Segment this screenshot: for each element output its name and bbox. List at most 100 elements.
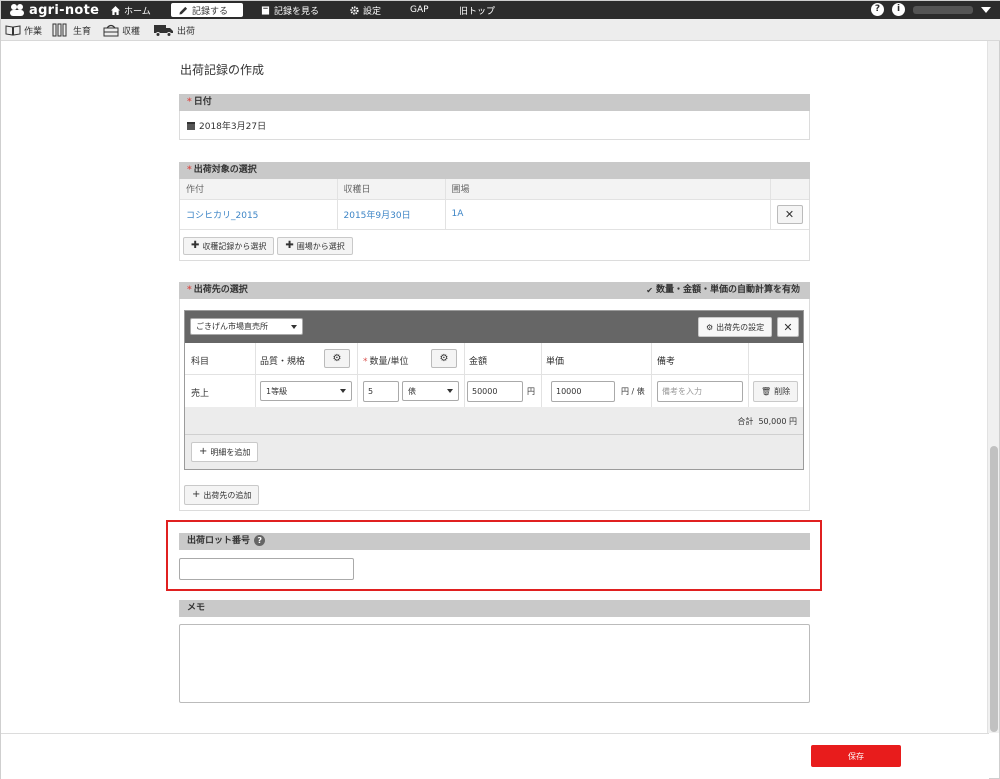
select-from-harvest-button[interactable]: ✚ 収穫記録から選択 <box>183 237 275 255</box>
target-section: 作付 収穫日 圃場 コシヒカリ_2015 2015年9月30日 1A ✕ ✚ 収穫… <box>179 179 810 261</box>
subnav-shipping[interactable]: 出荷 <box>154 22 195 38</box>
select-from-field-label: 圃場から選択 <box>296 241 345 251</box>
remove-target-button[interactable]: ✕ <box>776 204 803 224</box>
lot-number-input[interactable] <box>179 558 354 580</box>
nav-record[interactable]: 記録する <box>171 3 243 17</box>
dest-col-qty-unit-label: 数量/単位 <box>369 357 409 367</box>
nav-old-top-label: 旧トップ <box>459 6 496 17</box>
unit-price-unit: 円 / 俵 <box>621 387 645 396</box>
target-col-harvest-date: 収穫日 <box>337 179 446 200</box>
required-mark: * <box>187 97 192 107</box>
dest-col-note: 備考 <box>657 357 676 367</box>
plus-icon: + <box>192 489 201 500</box>
lot-highlight-box <box>166 520 822 591</box>
dest-row-subject: 売上 <box>191 389 210 399</box>
target-field-link[interactable]: 1A <box>445 199 771 230</box>
nav-settings[interactable]: 設定 <box>350 3 381 17</box>
add-detail-button[interactable]: + 明細を追加 <box>191 442 259 462</box>
lot-section-header: 出荷ロット番号 ? <box>179 533 810 550</box>
required-mark: * <box>187 285 192 295</box>
top-nav: agri-note ホーム 記録する 記録を見る 設定 GAP 旧トップ ? i <box>1 1 1000 19</box>
required-mark: * <box>363 357 368 367</box>
nav-old-top[interactable]: 旧トップ <box>459 3 495 17</box>
subnav-growth[interactable]: 生育 <box>52 22 91 38</box>
user-menu-caret-icon[interactable] <box>981 6 991 13</box>
home-icon <box>111 5 120 15</box>
target-crop-link[interactable]: コシヒカリ_2015 <box>180 199 338 230</box>
memo-textarea[interactable] <box>179 624 810 703</box>
dropdown-arrow-icon <box>291 324 297 329</box>
help-icon[interactable]: ? <box>871 3 884 16</box>
footer: 保存 <box>1 733 989 779</box>
logo[interactable]: agri-note <box>9 2 99 18</box>
user-name-blurred[interactable] <box>913 5 973 14</box>
total-row: 合計 50,000 円 <box>185 407 803 435</box>
dest-select[interactable]: ごきげん市場直売所 <box>190 318 303 335</box>
quality-select[interactable]: 1等級 <box>260 381 352 401</box>
dest-col-quality: 品質・規格 <box>260 357 306 367</box>
gear-icon: ⚙ <box>439 353 449 364</box>
delete-row-button[interactable]: 🗑 削除 <box>753 381 799 402</box>
subnav-work[interactable]: 作業 <box>5 22 42 38</box>
quantity-input[interactable]: 5 <box>363 381 399 402</box>
info-icon[interactable]: i <box>892 3 905 16</box>
logo-mark-icon <box>9 4 25 16</box>
note-input[interactable]: 備考を入力 <box>657 381 743 402</box>
help-icon[interactable]: ? <box>254 535 266 546</box>
gear-icon: ⚙ <box>332 353 342 364</box>
book-icon <box>261 5 270 15</box>
auto-calc-checkbox[interactable]: ✔ 数量・金額・単価の自動計算を有効 <box>646 282 800 299</box>
truck-icon <box>154 25 173 37</box>
total-label: 合計 <box>737 417 754 426</box>
delete-row-label: 削除 <box>774 387 791 396</box>
date-value: 2018年3月27日 <box>199 122 267 132</box>
lot-section-title: 出荷ロット番号 <box>187 536 251 546</box>
dest-col-subject: 科目 <box>191 357 210 367</box>
target-col-action <box>770 179 809 200</box>
subnav-harvest[interactable]: 収穫 <box>103 22 140 38</box>
quality-settings-button[interactable]: ⚙ <box>324 349 350 368</box>
dest-select-value: ごきげん市場直売所 <box>196 322 268 331</box>
nav-settings-label: 設定 <box>363 6 382 17</box>
date-section-title: 日付 <box>193 97 212 107</box>
remove-dest-button[interactable]: ✕ <box>777 317 799 337</box>
unit-price-input[interactable]: 10000 <box>551 381 615 402</box>
unit-select[interactable]: 俵 <box>402 381 459 401</box>
required-mark: * <box>187 165 192 175</box>
dest-panel-toolbar: ごきげん市場直売所 ⚙ 出荷先の設定 ✕ <box>185 311 803 343</box>
dest-panel: ごきげん市場直売所 ⚙ 出荷先の設定 ✕ 科目 品質・規格 ⚙ * 数量/単位 ⚙ … <box>184 310 804 470</box>
select-from-field-button[interactable]: ✚ 圃場から選択 <box>277 237 353 255</box>
subnav-growth-label: 生育 <box>73 26 92 37</box>
date-section-header: * 日付 <box>179 94 810 111</box>
quality-select-value: 1等級 <box>266 386 288 396</box>
dest-table: 科目 品質・規格 ⚙ * 数量/単位 ⚙ 金額 単価 備考 売上 1等級 5 俵 … <box>185 343 803 407</box>
page-title: 出荷記録の作成 <box>180 63 265 77</box>
close-icon: ✕ <box>784 207 795 221</box>
nav-view[interactable]: 記録を見る <box>261 3 319 17</box>
date-section: 2018年3月27日 <box>179 111 810 140</box>
dest-settings-button[interactable]: ⚙ 出荷先の設定 <box>698 317 773 337</box>
save-button[interactable]: 保存 <box>811 745 901 767</box>
trash-icon: 🗑 <box>761 387 772 396</box>
gear-icon <box>350 5 359 15</box>
dest-section-title: 出荷先の選択 <box>193 285 248 295</box>
sub-nav: 作業 生育 収穫 出荷 <box>1 19 1000 41</box>
subnav-shipping-label: 出荷 <box>177 26 196 37</box>
unit-select-value: 俵 <box>408 386 416 396</box>
scrollbar-thumb[interactable] <box>990 446 998 732</box>
nav-home-label: ホーム <box>124 6 151 17</box>
target-section-title: 出荷対象の選択 <box>193 165 257 175</box>
target-table: 作付 収穫日 圃場 コシヒカリ_2015 2015年9月30日 1A ✕ <box>180 179 809 230</box>
add-dest-button[interactable]: + 出荷先の追加 <box>184 485 260 505</box>
nav-view-label: 記録を見る <box>274 6 320 17</box>
basket-icon <box>103 24 119 37</box>
nav-home[interactable]: ホーム <box>111 3 151 17</box>
unit-settings-button[interactable]: ⚙ <box>431 349 457 368</box>
scrollbar[interactable] <box>987 41 999 733</box>
dropdown-arrow-icon <box>447 389 453 393</box>
amount-input[interactable]: 50000 <box>467 381 523 402</box>
total-value: 50,000 円 <box>758 417 797 426</box>
target-harvest-date-link[interactable]: 2015年9月30日 <box>337 199 446 230</box>
date-picker[interactable]: 2018年3月27日 <box>180 111 809 140</box>
nav-gap[interactable]: GAP <box>410 3 429 17</box>
